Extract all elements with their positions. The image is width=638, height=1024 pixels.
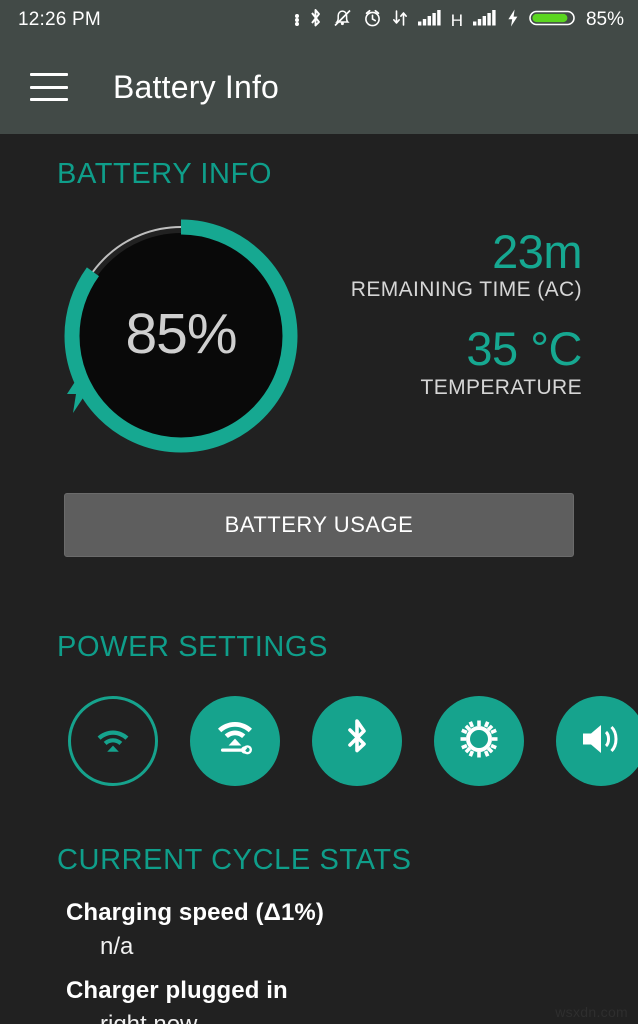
ringer-muted-icon (332, 7, 353, 34)
battery-info-section-title: BATTERY INFO (57, 158, 273, 190)
battery-stats-column: 23m REMAINING TIME (AC) 35 °C TEMPERATUR… (300, 217, 638, 400)
battery-full-icon (529, 7, 575, 34)
bluetooth-icon (342, 716, 372, 767)
gauge-percent-label: 85% (125, 302, 237, 366)
temperature-value: 35 °C (466, 322, 582, 376)
temperature-label: TEMPERATURE (420, 375, 582, 399)
charger-plugged-in-key: Charger plugged in (66, 977, 288, 1004)
charging-bolt-icon (506, 7, 520, 34)
hamburger-menu-icon[interactable] (30, 73, 68, 101)
remaining-time-value: 23m (492, 225, 582, 278)
signal-bars-sim1-icon (417, 7, 442, 34)
main-content: BATTERY INFO 85% 23m REMAINING TIME (AC)… (0, 134, 638, 1024)
current-cycle-stats-section-title: CURRENT CYCLE STATS (57, 844, 412, 876)
power-settings-section: POWER SETTINGS (0, 631, 638, 786)
charger-plugged-in-value: right now (0, 1011, 638, 1024)
current-cycle-stats-section: CURRENT CYCLE STATS Charging speed (Δ1%)… (0, 844, 638, 1024)
status-icon-tray: H 85% (294, 7, 624, 34)
battery-info-section: BATTERY INFO 85% 23m REMAINING TIME (AC)… (0, 134, 638, 557)
power-settings-section-title: POWER SETTINGS (57, 631, 329, 663)
battery-gauge: 85% (62, 217, 300, 455)
wifi-settings-icon (211, 718, 259, 765)
alarm-clock-icon (362, 7, 383, 34)
charging-bolt-icon (62, 369, 300, 415)
bluetooth-toggle[interactable] (312, 696, 402, 786)
page-title: Battery Info (113, 68, 280, 105)
status-bar: 12:26 PM H 85% (0, 0, 638, 40)
volume-toggle[interactable] (556, 696, 638, 786)
remaining-time-label: REMAINING TIME (AC) (350, 278, 582, 302)
brightness-sun-icon (457, 717, 501, 766)
network-type-label: H (450, 10, 463, 30)
battery-usage-button[interactable]: BATTERY USAGE (64, 493, 574, 557)
watermark: wsxdn.com (555, 1004, 628, 1020)
battery-info-row: 85% 23m REMAINING TIME (AC) 35 °C TEMPER… (0, 217, 638, 455)
cycle-stats-list: Charging speed (Δ1%) n/a Charger plugged… (0, 899, 638, 1024)
bluetooth-icon (308, 7, 323, 34)
signal-bars-sim2-icon (472, 7, 497, 34)
charging-speed-key: Charging speed (Δ1%) (66, 899, 324, 926)
power-settings-toggles (0, 696, 638, 786)
status-clock: 12:26 PM (18, 9, 101, 30)
more-dots-icon (294, 14, 299, 26)
wifi-settings-toggle[interactable] (190, 696, 280, 786)
brightness-toggle[interactable] (434, 696, 524, 786)
charging-speed-value: n/a (100, 933, 134, 960)
volume-speaker-icon (579, 720, 623, 763)
wifi-toggle[interactable] (68, 696, 158, 786)
wifi-icon (91, 722, 135, 761)
data-transfer-icon (392, 7, 408, 34)
app-bar: Battery Info (0, 40, 638, 134)
status-battery-percent: 85% (585, 9, 624, 30)
